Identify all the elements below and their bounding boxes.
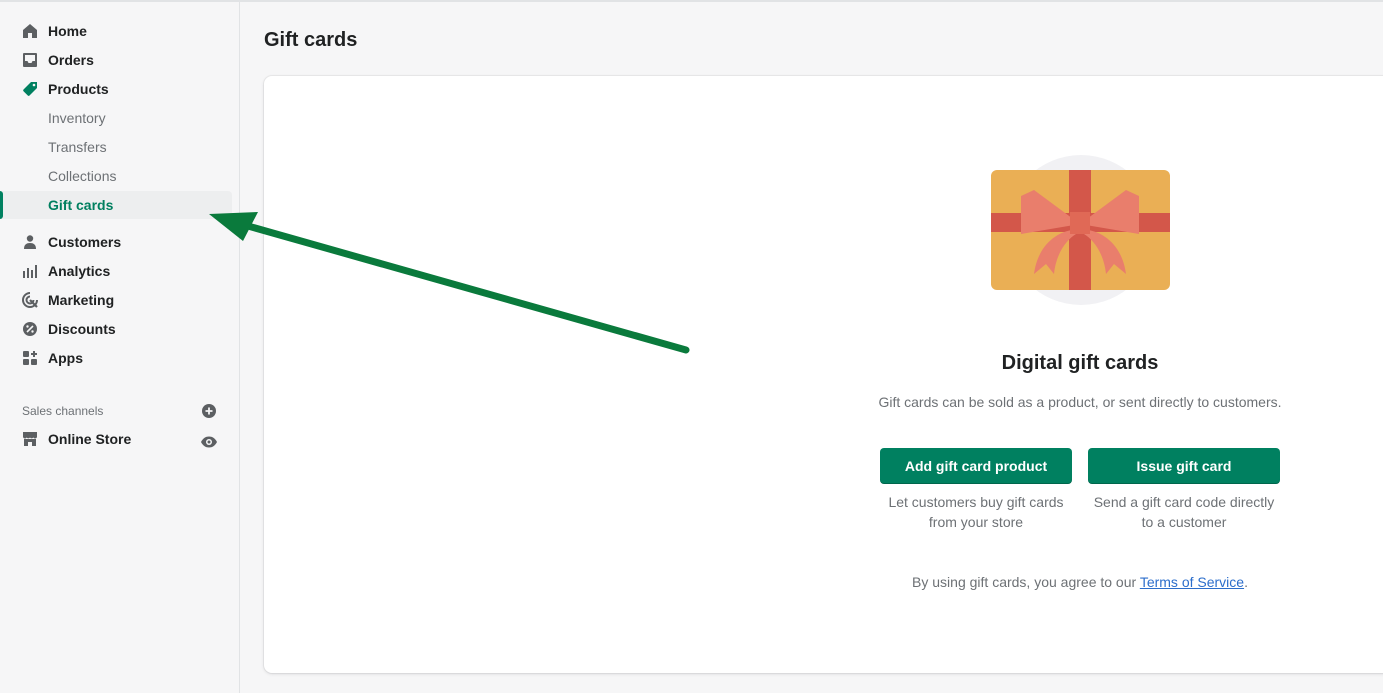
sidebar-item-customers[interactable]: Customers: [0, 228, 232, 256]
sidebar-item-label: Gift cards: [48, 197, 114, 213]
sidebar-item-label: Discounts: [48, 321, 116, 337]
sidebar-item-transfers[interactable]: Transfers: [0, 133, 232, 161]
sidebar-item-label: Apps: [48, 350, 83, 366]
sidebar-item-label: Products: [48, 81, 109, 97]
page-title: Gift cards: [264, 29, 358, 51]
sidebar-item-discounts[interactable]: Discounts: [0, 315, 232, 343]
home-icon: [23, 24, 37, 38]
sidebar-item-marketing[interactable]: Marketing: [0, 286, 232, 314]
sidebar-item-label: Transfers: [48, 139, 107, 155]
empty-state-heading: Digital gift cards: [1001, 352, 1159, 374]
sidebar-item-online-store[interactable]: Online Store: [0, 425, 232, 453]
eye-icon[interactable]: [200, 433, 218, 451]
sidebar-item-label: Online Store: [48, 431, 132, 447]
sidebar-item-label: Orders: [48, 52, 94, 68]
sidebar-item-home[interactable]: Home: [0, 17, 232, 45]
inbox-icon: [23, 53, 37, 67]
sidebar-item-collections[interactable]: Collections: [0, 162, 232, 190]
add-sales-channel-plus-icon[interactable]: [201, 403, 217, 419]
bar-chart-icon: [23, 265, 37, 278]
issue-gift-card-help-text: Send a gift card code directly to a cust…: [1093, 494, 1275, 530]
add-gift-card-help-text: Let customers buy gift cards from your s…: [888, 494, 1064, 530]
discount-icon: [23, 322, 37, 336]
sidebar-item-label: Home: [48, 23, 87, 39]
sidebar-item-label: Marketing: [48, 292, 115, 308]
target-icon: [22, 292, 38, 308]
sidebar-item-analytics[interactable]: Analytics: [0, 257, 232, 285]
sidebar-item-gift-cards[interactable]: Gift cards: [0, 191, 232, 219]
sidebar-item-products[interactable]: Products: [0, 75, 232, 103]
sidebar-item-orders[interactable]: Orders: [0, 46, 232, 74]
sales-channels-heading: Sales channels: [22, 404, 104, 418]
sidebar-item-label: Analytics: [48, 263, 111, 279]
active-indicator: [0, 191, 3, 219]
sidebar-item-inventory[interactable]: Inventory: [0, 104, 232, 132]
sidebar-item-label: Collections: [48, 168, 117, 184]
sidebar-item-apps[interactable]: Apps: [0, 344, 232, 372]
store-icon: [23, 432, 37, 446]
person-icon: [24, 235, 36, 249]
terms-prefix: By using gift cards, you agree to our: [912, 574, 1140, 590]
sidebar-item-label: Customers: [48, 234, 122, 250]
terms-suffix: .: [1244, 574, 1248, 590]
add-gift-card-product-button[interactable]: Add gift card product: [880, 448, 1072, 484]
sidebar-item-label: Inventory: [48, 110, 106, 126]
issue-gift-card-button[interactable]: Issue gift card: [1088, 448, 1280, 484]
empty-state-description: Gift cards can be sold as a product, or …: [878, 394, 1282, 410]
sidebar: Home Orders Products Inventory Transfers…: [0, 2, 240, 693]
apps-icon: [23, 351, 37, 365]
tag-icon: [23, 82, 37, 96]
terms-of-service-link[interactable]: Terms of Service: [1140, 574, 1244, 590]
gift-card-illustration: [991, 155, 1170, 305]
terms-notice: By using gift cards, you agree to our Te…: [830, 574, 1330, 590]
